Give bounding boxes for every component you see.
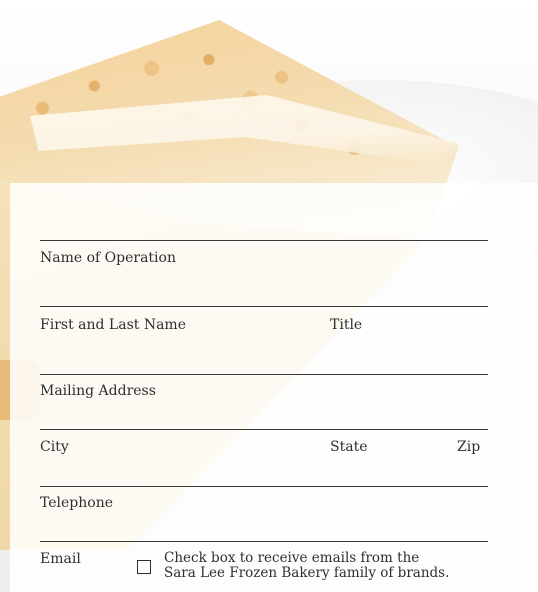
city-field[interactable] xyxy=(40,429,320,449)
email-consent-text: Check box to receive emails from the Sar… xyxy=(164,551,449,581)
contact-form-panel: Name of Operation First and Last Name Ti… xyxy=(10,183,538,592)
name-title-rule xyxy=(40,306,488,307)
email-consent-line-2: Sara Lee Frozen Bakery family of brands. xyxy=(164,565,450,581)
email-consent-line-1: Check box to receive emails from the xyxy=(164,550,420,566)
email-field[interactable] xyxy=(40,541,488,542)
mailing-address-label: Mailing Address xyxy=(40,383,156,399)
title-label: Title xyxy=(330,317,363,333)
mailing-address-field[interactable] xyxy=(40,374,488,375)
telephone-label: Telephone xyxy=(40,495,114,511)
city-label: City xyxy=(40,439,69,455)
name-of-operation-label: Name of Operation xyxy=(40,250,176,266)
email-consent-checkbox[interactable] xyxy=(137,560,151,574)
telephone-field[interactable] xyxy=(40,486,488,487)
zip-label: Zip xyxy=(457,439,481,455)
name-of-operation-field[interactable] xyxy=(40,240,488,241)
state-label: State xyxy=(330,439,368,455)
email-label: Email xyxy=(40,551,81,567)
first-last-name-label: First and Last Name xyxy=(40,317,186,333)
